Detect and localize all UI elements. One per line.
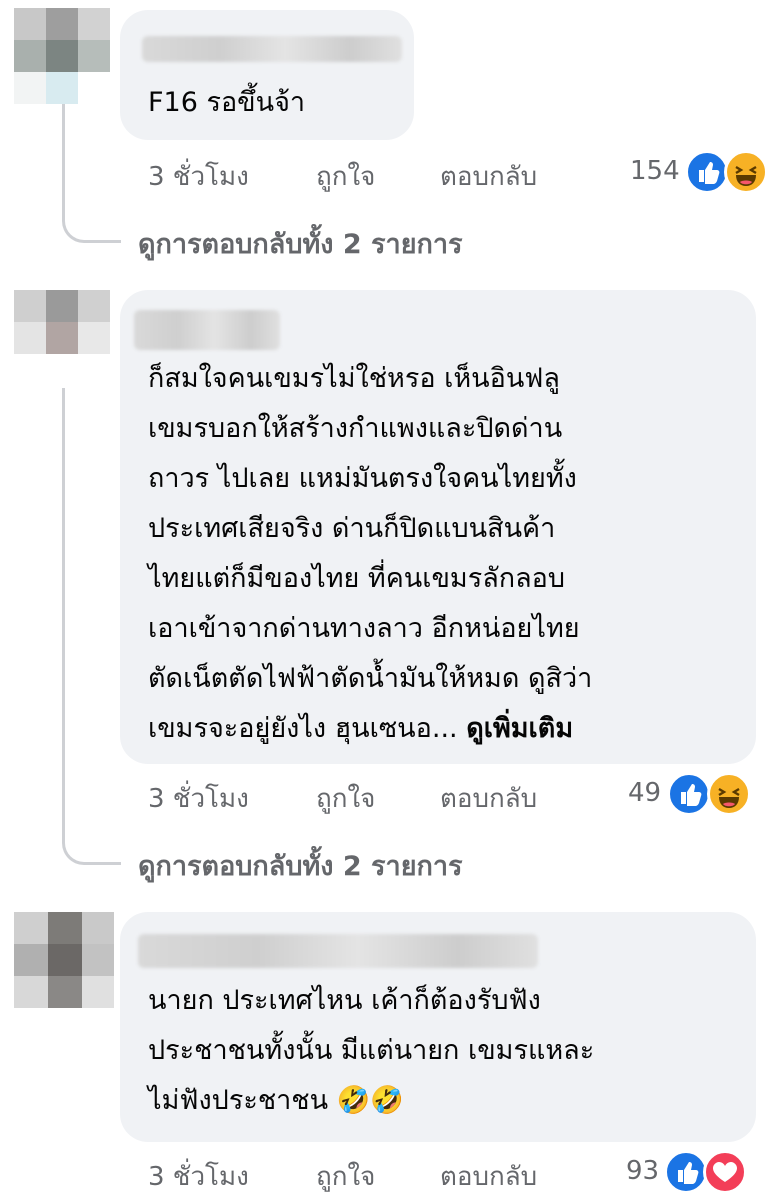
avatar[interactable] [14, 290, 110, 386]
timestamp-link[interactable]: 3 ชั่วโมง [148, 1156, 249, 1197]
comment-line: เขมรจะอยู่ยังไง ฮุนเซนอ... ดูเพิ่มเติม [148, 704, 592, 754]
comment-line: เขมรบอกให้สร้างกำแพงและปิดด่าน [148, 413, 563, 444]
comment-text: นายก ประเทศไหน เค้าก็ต้องรับฟัง ประชาชนท… [148, 976, 594, 1126]
avatar[interactable] [14, 8, 110, 104]
comment-line: ก็สมใจคนเขมรไม่ใช่หรอ เห็นอินฟลู [148, 363, 560, 394]
comment-bubble: นายก ประเทศไหน เค้าก็ต้องรับฟัง ประชาชนท… [120, 912, 756, 1142]
comment-bubble: F16 รอขึ้นจ้า [120, 10, 414, 140]
like-icon[interactable] [685, 150, 729, 194]
comment-line: ประชาชนทั้งนั้น มีแต่นายก เขมรแหละ [148, 1035, 595, 1066]
love-icon[interactable] [703, 1150, 747, 1194]
comment-bubble: ก็สมใจคนเขมรไม่ใช่หรอ เห็นอินฟลู เขมรบอก… [120, 290, 756, 764]
comment-actions: 3 ชั่วโมง ถูกใจ ตอบกลับ [148, 156, 588, 196]
comment-line: เอาเข้าจากด่านทางลาว อีกหน่อยไทย [148, 613, 580, 644]
like-button[interactable]: ถูกใจ [316, 1156, 375, 1197]
avatar[interactable] [14, 912, 114, 1008]
haha-icon[interactable] [724, 150, 768, 194]
like-button[interactable]: ถูกใจ [316, 156, 375, 197]
timestamp-link[interactable]: 3 ชั่วโมง [148, 778, 249, 819]
commenter-name-blurred[interactable] [138, 934, 538, 968]
reaction-count[interactable]: 154 [630, 156, 680, 186]
thread-line [62, 104, 121, 243]
comment-line: ไทยแต่ก็มีของไทย ที่คนเขมรลักลอบ [148, 563, 566, 594]
like-icon[interactable] [667, 772, 711, 816]
comment-text: ก็สมใจคนเขมรไม่ใช่หรอ เห็นอินฟลู เขมรบอก… [148, 354, 592, 754]
like-button[interactable]: ถูกใจ [316, 778, 375, 819]
comment-text: F16 รอขึ้นจ้า [148, 78, 305, 128]
comment-line-text: ไม่ฟังประชาชน [148, 1085, 329, 1116]
view-replies-link[interactable]: ดูการตอบกลับทั้ง 2 รายการ [138, 844, 463, 887]
reply-button[interactable]: ตอบกลับ [440, 156, 537, 197]
reaction-count[interactable]: 93 [626, 1156, 659, 1186]
comment-line: F16 รอขึ้นจ้า [148, 87, 306, 118]
commenter-name-blurred[interactable] [142, 36, 402, 62]
reply-button[interactable]: ตอบกลับ [440, 1156, 537, 1197]
comment-line: ประเทศเสียจริง ด่านก็ปิดแบนสินค้า [148, 513, 556, 544]
haha-icon[interactable] [707, 772, 751, 816]
like-icon[interactable] [664, 1150, 708, 1194]
comment-line: ไม่ฟังประชาชน 🤣🤣 [148, 1076, 594, 1126]
comment-line: นายก ประเทศไหน เค้าก็ต้องรับฟัง [148, 985, 541, 1016]
reaction-count[interactable]: 49 [628, 778, 661, 808]
view-replies-link[interactable]: ดูการตอบกลับทั้ง 2 รายการ [138, 222, 463, 265]
thread-line [62, 388, 121, 865]
rofl-emoji-icon: 🤣🤣 [336, 1085, 404, 1116]
comment-line: ตัดเน็ตตัดไฟฟ้าตัดน้ำมันให้หมด ดูสิว่า [148, 663, 593, 694]
comment-actions: 3 ชั่วโมง ถูกใจ ตอบกลับ [148, 1156, 588, 1196]
reply-button[interactable]: ตอบกลับ [440, 778, 537, 819]
comment-line: ถาวร ไปเลย แหม่มันตรงใจคนไทยทั้ง [148, 463, 577, 494]
timestamp-link[interactable]: 3 ชั่วโมง [148, 156, 249, 197]
comment-line-text: เขมรจะอยู่ยังไง ฮุนเซนอ... [148, 713, 458, 744]
comment-actions: 3 ชั่วโมง ถูกใจ ตอบกลับ [148, 778, 588, 818]
commenter-name-blurred[interactable] [134, 310, 280, 350]
see-more-link[interactable]: ดูเพิ่มเติม [466, 713, 573, 744]
